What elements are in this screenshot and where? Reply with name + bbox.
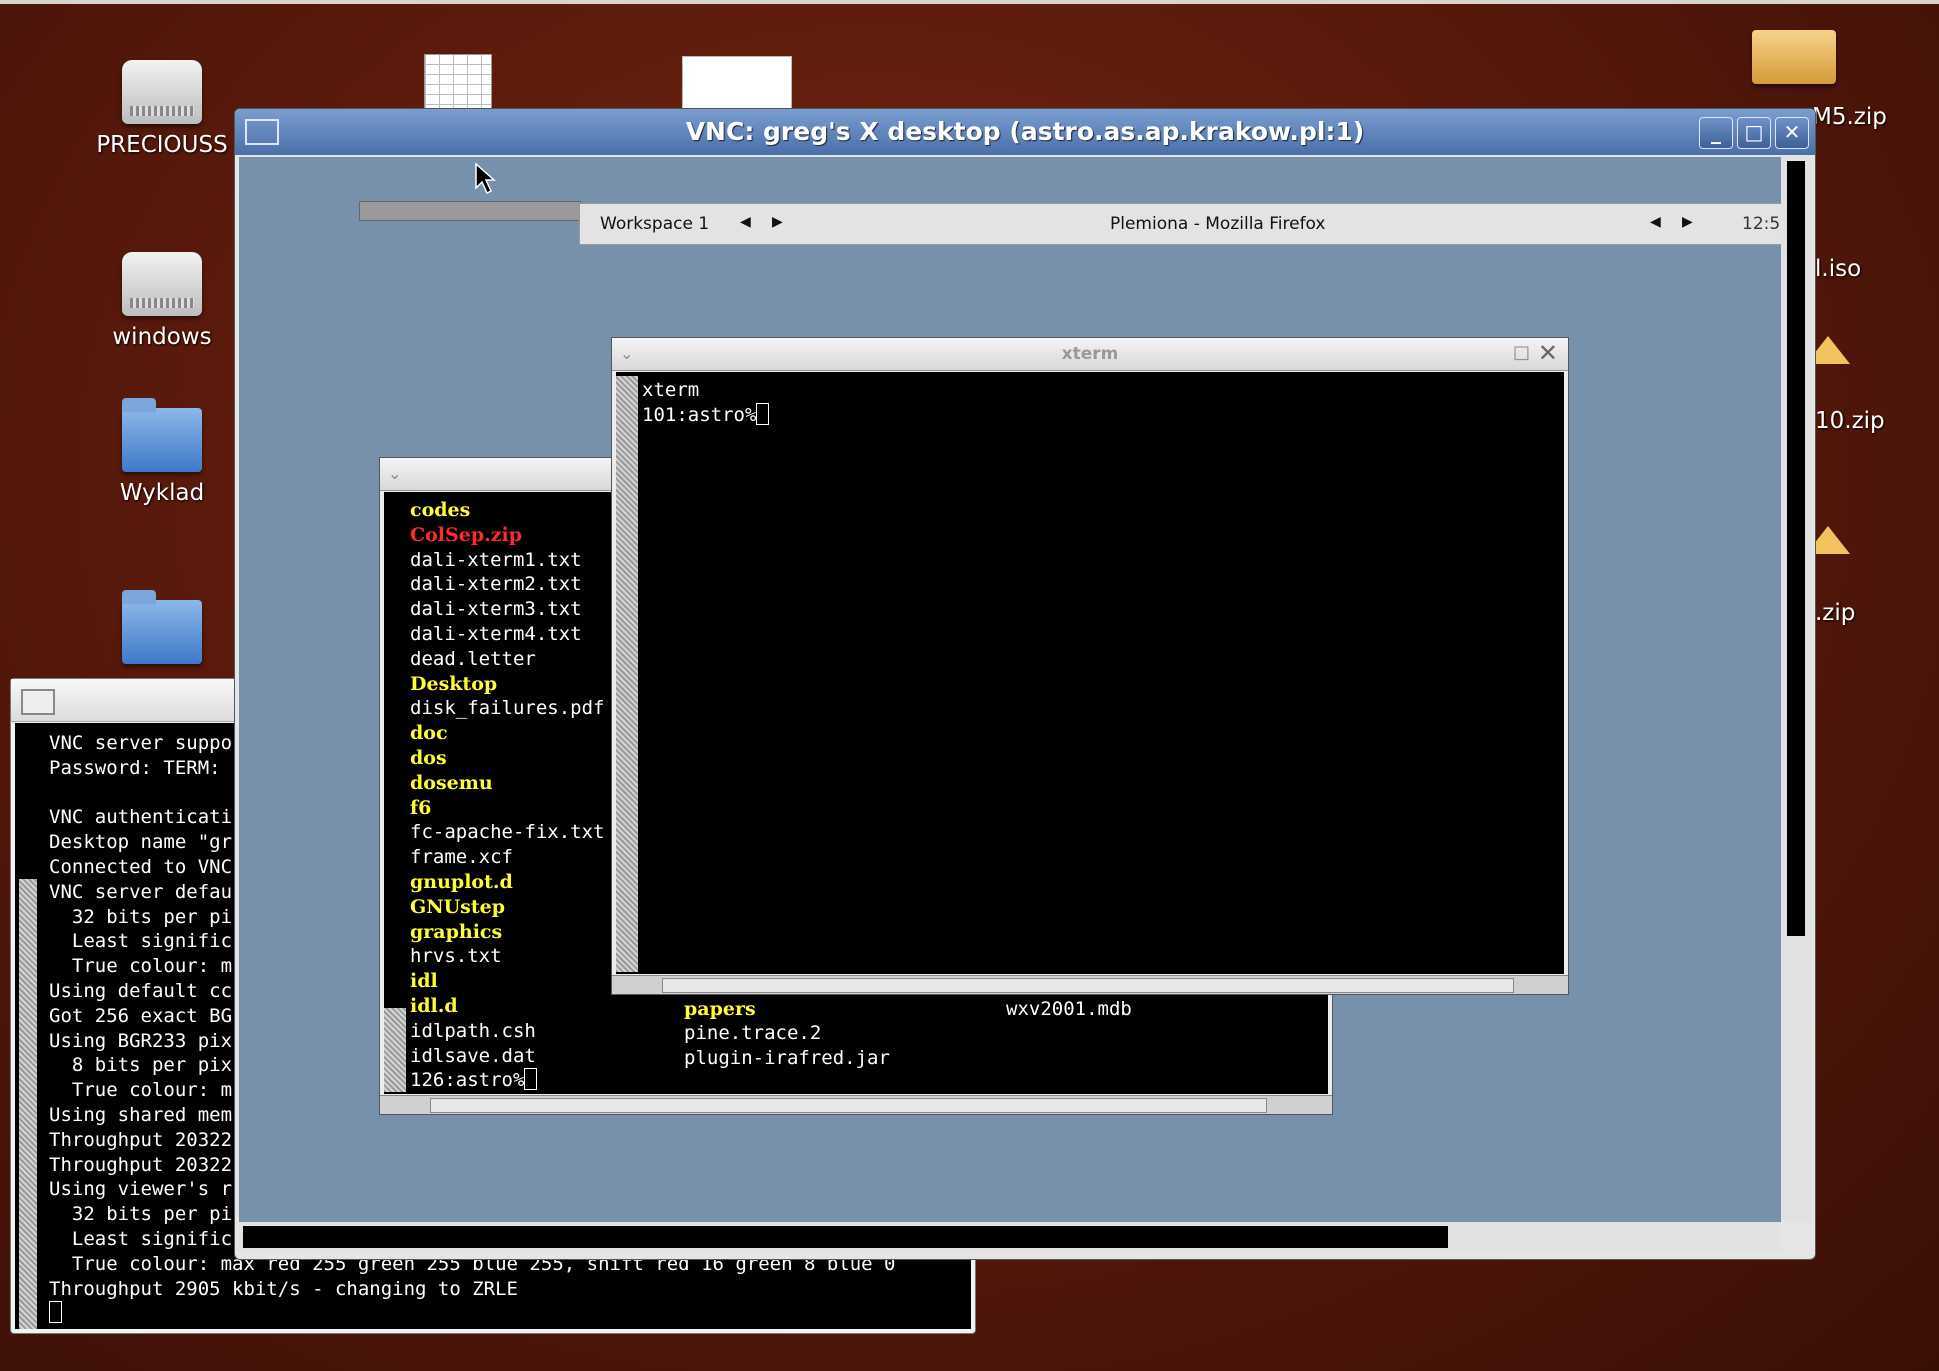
ls-entry: papers (684, 997, 756, 1020)
ls-entry: idl.d (410, 994, 458, 1017)
terminal-line: xterm (642, 379, 700, 401)
xterm-window[interactable]: ⌄ xterm □ ✕ xterm 101:astro% (611, 337, 1569, 995)
window-title: xterm (1061, 344, 1119, 364)
terminal-cursor (524, 1068, 538, 1091)
ls-entry: dali-xterm2.txt (410, 573, 582, 596)
remote-taskbar[interactable]: Workspace 1 ◀ ▶ Plemiona - Mozilla Firef… (579, 203, 1781, 245)
terminal-cursor (49, 1301, 62, 1324)
desktop-icon-label[interactable]: 10.zip (1815, 408, 1885, 434)
ls-entry: dali-xterm1.txt (410, 548, 582, 571)
ls-entry: wxv2001.mdb (1006, 997, 1132, 1020)
close-icon[interactable]: ✕ (1538, 339, 1558, 367)
window-titlebar[interactable]: ⌄ xterm □ ✕ (612, 338, 1568, 371)
remote-desktop[interactable]: Workspace 1 ◀ ▶ Plemiona - Mozilla Firef… (239, 157, 1781, 1222)
scrollbar-thumb[interactable] (662, 978, 1514, 993)
desktop-icon-windows[interactable]: windows (92, 252, 232, 350)
document-thumbnail-icon[interactable] (682, 56, 792, 114)
active-window-title[interactable]: Plemiona - Mozilla Firefox (1110, 214, 1326, 234)
vnc-horizontal-scrollbar[interactable] (239, 1222, 1781, 1252)
folder-icon (122, 590, 202, 664)
desktop-icon-label: Wyklad (119, 480, 205, 506)
folder-icon (122, 398, 202, 472)
mouse-pointer-icon (475, 162, 496, 195)
vnc-window[interactable]: VNC: greg's X desktop (astro.as.ap.krako… (234, 108, 1816, 1260)
maximize-icon[interactable]: □ (1513, 342, 1530, 363)
terminal-prompt: 101:astro% (642, 403, 757, 426)
prev-window-button[interactable]: ◀ (1650, 214, 1661, 230)
desktop-icon-label: windows (112, 324, 212, 350)
horizontal-scrollbar[interactable] (612, 975, 1568, 994)
desktop-icon-folder[interactable] (92, 590, 232, 672)
maximize-button[interactable]: □ (1737, 117, 1771, 149)
ls-entry: hrvs.txt (410, 945, 502, 968)
ls-entry: disk_failures.pdf (410, 697, 605, 720)
window-menu-icon[interactable] (21, 689, 55, 715)
ls-entry: dali-xterm3.txt (410, 598, 582, 621)
ls-entry: gnuplot.d (410, 870, 513, 893)
remote-panel-applet[interactable] (359, 201, 581, 221)
ls-entry: dosemu (410, 771, 493, 794)
ls-entry: codes (410, 499, 471, 521)
ls-column-1: codes ColSep.zip dali-xterm1.txt dali-xterm… (410, 498, 604, 1093)
ls-entry: frame.xcf (410, 846, 513, 869)
ls-entry: graphics (410, 920, 503, 943)
minimize-button[interactable]: _ (1699, 117, 1733, 149)
workspace-label[interactable]: Workspace 1 (600, 214, 709, 234)
close-button[interactable]: ✕ (1775, 117, 1809, 149)
ls-entry: idlpath.csh (410, 1019, 536, 1042)
ls-entry: idlsave.dat (410, 1044, 536, 1067)
drive-icon (122, 252, 202, 316)
console-line: Throughput 2905 kbit/s - changing to ZRL… (49, 1277, 518, 1300)
terminal-cursor (756, 402, 770, 425)
ls-entry: dos (410, 746, 447, 769)
terminal-scrollbar[interactable] (384, 1008, 406, 1092)
window-shade-icon[interactable]: ⌄ (388, 464, 401, 483)
console-cursor-line (49, 1301, 895, 1326)
scrollbar-thumb[interactable] (430, 1098, 1267, 1113)
terminal-area[interactable]: xterm 101:astro% (616, 372, 1564, 974)
next-workspace-button[interactable]: ▶ (772, 214, 783, 230)
terminal-output: xterm 101:astro% (642, 378, 770, 428)
drive-icon (122, 60, 202, 124)
horizontal-scrollbar[interactable] (380, 1095, 1332, 1114)
package-icon[interactable] (1752, 30, 1836, 84)
window-title: VNC: greg's X desktop (astro.as.ap.krako… (685, 117, 1365, 146)
desktop-icon-label: PRECIOUSS (96, 132, 228, 158)
top-panel-edge (0, 0, 1939, 4)
ls-entry: GNUstep (410, 895, 506, 918)
ls-entry: fc-apache-fix.txt (410, 821, 605, 844)
ls-entry: pine.trace.2 (684, 1022, 822, 1045)
ls-entry: f6 (410, 796, 432, 819)
ls-entry: ColSep.zip (410, 523, 523, 546)
clock: 12:5 (1742, 214, 1781, 234)
window-titlebar[interactable]: VNC: greg's X desktop (astro.as.ap.krako… (235, 109, 1815, 155)
prev-workspace-button[interactable]: ◀ (740, 214, 751, 230)
next-window-button[interactable]: ▶ (1682, 214, 1693, 230)
scrollbar-thumb[interactable] (1787, 161, 1805, 936)
console-scrollbar[interactable] (19, 879, 37, 1329)
ls-entry: idl (410, 970, 438, 993)
desktop-icon-label[interactable]: l.iso (1815, 256, 1861, 282)
ls-entry: doc (410, 722, 448, 745)
ls-entry: dali-xterm4.txt (410, 622, 582, 645)
ls-entry: dead.letter (410, 647, 536, 670)
desktop-icon-wyklad[interactable]: Wyklad (92, 398, 232, 506)
vnc-vertical-scrollbar[interactable] (1781, 157, 1811, 1222)
desktop-icon-label[interactable]: M5.zip (1812, 104, 1887, 130)
terminal-scrollbar[interactable] (616, 376, 638, 972)
ls-entry: plugin-irafred.jar (684, 1047, 890, 1070)
desktop-icon-preciouss[interactable]: PRECIOUSS (92, 60, 232, 158)
ls-entry: Desktop (410, 672, 498, 695)
terminal-prompt: 126:astro% (410, 1068, 604, 1093)
desktop-icon-label[interactable]: .zip (1815, 600, 1855, 626)
scrollbar-thumb[interactable] (243, 1226, 1448, 1248)
